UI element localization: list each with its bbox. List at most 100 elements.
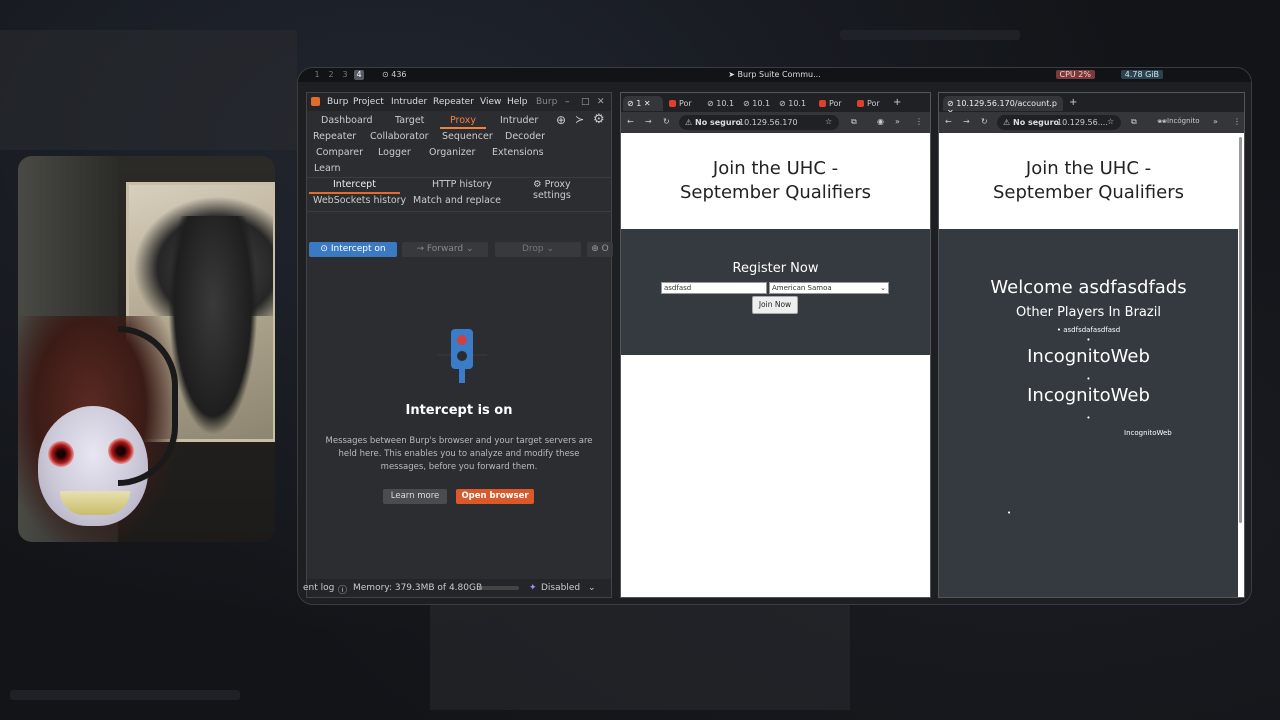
drop-button[interactable]: Drop ⌄ bbox=[495, 242, 581, 257]
page-hero: Join the UHC - September Qualifiers bbox=[939, 133, 1238, 229]
chevron-down-icon[interactable]: ⌄ bbox=[588, 583, 596, 593]
chevron-right-icon[interactable]: » bbox=[895, 117, 900, 126]
subtab-intercept[interactable]: Intercept bbox=[309, 179, 400, 194]
registration-section: Register Now asdfasd American Samoa ⌄ Jo… bbox=[621, 229, 930, 355]
browser-tab[interactable]: ⊘ 1 ✕ bbox=[623, 96, 663, 111]
new-tab-icon[interactable]: + bbox=[1069, 97, 1077, 108]
webcam-cat bbox=[168, 216, 258, 436]
background-toolbar bbox=[10, 690, 240, 700]
reload-icon[interactable]: ↻ bbox=[663, 117, 670, 126]
chevron-right-icon[interactable]: » bbox=[1213, 117, 1218, 126]
terminal-icon[interactable]: ≻ bbox=[575, 113, 584, 126]
star-icon[interactable]: ☆ bbox=[825, 117, 832, 126]
browser-tab[interactable]: ⊘ 10.1 bbox=[739, 96, 775, 111]
extensions-icon[interactable]: ⧉ bbox=[1131, 117, 1137, 127]
extensions-icon[interactable]: ⧉ bbox=[851, 117, 857, 127]
join-now-button[interactable]: Join Now bbox=[752, 296, 798, 314]
browser-tabstrip: ⊘ 1 ✕ Por ⊘ 10.1 ⊘ 10.1 ⊘ 10.1 Por Por + bbox=[621, 93, 930, 112]
address-bar[interactable]: ⚠ No seguro 10.129.56.170 ☆ bbox=[679, 115, 839, 130]
country-select[interactable]: American Samoa ⌄ bbox=[769, 282, 889, 294]
forward-button[interactable]: → Forward ⌄ bbox=[402, 242, 488, 257]
address-bar[interactable]: ⚠ No seguro 10.129.56.... ☆ bbox=[997, 115, 1121, 130]
tab-title: Por bbox=[829, 99, 842, 108]
tab-title: 10.129.56.170/account.p bbox=[956, 99, 1057, 108]
minimize-icon[interactable]: – bbox=[565, 97, 570, 107]
page-scrollbar[interactable] bbox=[1239, 137, 1242, 523]
tab-extensions[interactable]: Extensions bbox=[492, 147, 544, 158]
browser-tab[interactable]: Por bbox=[853, 96, 889, 111]
menu-kebab-icon[interactable]: ⋮ bbox=[915, 117, 923, 126]
subtab-match-and-replace[interactable]: Match and replace bbox=[413, 195, 501, 206]
active-window-title-text: Burp Suite Commu... bbox=[737, 70, 821, 79]
tab-collaborator[interactable]: Collaborator bbox=[370, 131, 429, 142]
tab-learn[interactable]: Learn bbox=[314, 163, 341, 174]
browser-tab[interactable]: Por bbox=[665, 96, 701, 111]
tab-globe-icon: ⊘ bbox=[743, 99, 753, 108]
menu-help[interactable]: Help bbox=[507, 97, 528, 107]
back-icon[interactable]: ← bbox=[627, 117, 634, 126]
browser-tab[interactable]: ⊘ 10.1 bbox=[775, 96, 811, 111]
close-icon[interactable]: ✕ bbox=[644, 99, 651, 108]
page-hero: Join the UHC - September Qualifiers bbox=[621, 133, 930, 229]
proxy-settings-button[interactable]: ⚙ Proxy settings bbox=[533, 179, 611, 201]
tab-dashboard[interactable]: Dashboard bbox=[321, 115, 373, 126]
back-icon[interactable]: ← bbox=[945, 117, 952, 126]
player-list-item: IncognitoWeb bbox=[1027, 385, 1150, 406]
open-browser-small-button[interactable]: ⊕ O bbox=[587, 242, 613, 257]
menu-view[interactable]: View bbox=[480, 97, 501, 107]
browser-tab[interactable]: Por bbox=[815, 96, 851, 111]
chevron-down-icon: ⌄ bbox=[880, 284, 886, 292]
page-title-line2: September Qualifiers bbox=[992, 182, 1184, 203]
new-tab-icon[interactable]: + bbox=[893, 97, 901, 108]
webcam-overlay bbox=[18, 156, 275, 542]
tab-sequencer[interactable]: Sequencer bbox=[442, 131, 493, 142]
menu-burp[interactable]: Burp bbox=[327, 97, 348, 107]
tab-title: 1 bbox=[636, 99, 642, 108]
tab-organizer[interactable]: Organizer bbox=[429, 147, 475, 158]
open-browser-button[interactable]: Open browser bbox=[456, 489, 534, 504]
subtab-http-history[interactable]: HTTP history bbox=[432, 179, 492, 190]
welcome-heading: Welcome asdfasdfads bbox=[990, 277, 1187, 298]
url-text: 10.129.56.170 bbox=[739, 118, 798, 127]
menu-kebab-icon[interactable]: ⋮ bbox=[1233, 117, 1241, 126]
close-icon[interactable]: ✕ bbox=[597, 97, 605, 107]
maximize-icon[interactable]: □ bbox=[581, 97, 590, 107]
portswigger-favicon-icon bbox=[857, 100, 864, 107]
browser-tab[interactable]: ⊘ 10.1 bbox=[703, 96, 739, 111]
event-log-label[interactable]: ent log bbox=[303, 583, 334, 593]
memory-usage-bar bbox=[479, 586, 519, 590]
browser-tab[interactable]: ⊘ 10.129.56.170/account.p ✕ bbox=[943, 96, 1063, 117]
tab-comparer[interactable]: Comparer bbox=[316, 147, 363, 158]
menu-repeater[interactable]: Repeater bbox=[433, 97, 474, 107]
menu-burp-extra[interactable]: Burp bbox=[536, 97, 557, 107]
tab-repeater[interactable]: Repeater bbox=[313, 131, 356, 142]
menu-intruder[interactable]: Intruder bbox=[391, 97, 427, 107]
chevron-down-icon: ⌄ bbox=[465, 244, 474, 254]
portswigger-favicon-icon bbox=[669, 100, 676, 107]
globe-icon[interactable]: ⊕ bbox=[556, 113, 566, 127]
tab-decoder[interactable]: Decoder bbox=[505, 131, 545, 142]
list-bullet: • bbox=[1086, 336, 1091, 344]
star-icon[interactable]: ☆ bbox=[1107, 117, 1114, 126]
ai-status-label[interactable]: Disabled bbox=[541, 583, 580, 593]
tab-proxy[interactable]: Proxy bbox=[439, 115, 487, 129]
page-title-line2: September Qualifiers bbox=[679, 182, 871, 203]
forward-icon[interactable]: → bbox=[963, 117, 970, 126]
menu-project[interactable]: Project bbox=[353, 97, 384, 107]
intercept-heading: Intercept is on bbox=[405, 403, 513, 418]
memory-label: Memory: 379.3MB of 4.80GB bbox=[353, 583, 483, 593]
intercept-description: Messages between Burp's browser and your… bbox=[325, 436, 593, 472]
reload-icon[interactable]: ↻ bbox=[981, 117, 988, 126]
profile-icon[interactable]: ◉ bbox=[877, 117, 884, 126]
tab-target[interactable]: Target bbox=[395, 115, 424, 126]
tab-intruder[interactable]: Intruder bbox=[500, 115, 538, 126]
subtab-websockets-history[interactable]: WebSockets history bbox=[313, 195, 406, 206]
intercept-toggle-button[interactable]: ⊙ Intercept on bbox=[309, 242, 397, 257]
tab-logger[interactable]: Logger bbox=[378, 147, 411, 158]
settings-gear-icon[interactable]: ⚙ bbox=[593, 112, 605, 127]
learn-more-button[interactable]: Learn more bbox=[383, 489, 447, 504]
username-input[interactable]: asdfasd bbox=[661, 282, 767, 294]
arrow-right-icon: → bbox=[416, 244, 425, 254]
divider bbox=[307, 211, 611, 212]
forward-icon[interactable]: → bbox=[645, 117, 652, 126]
